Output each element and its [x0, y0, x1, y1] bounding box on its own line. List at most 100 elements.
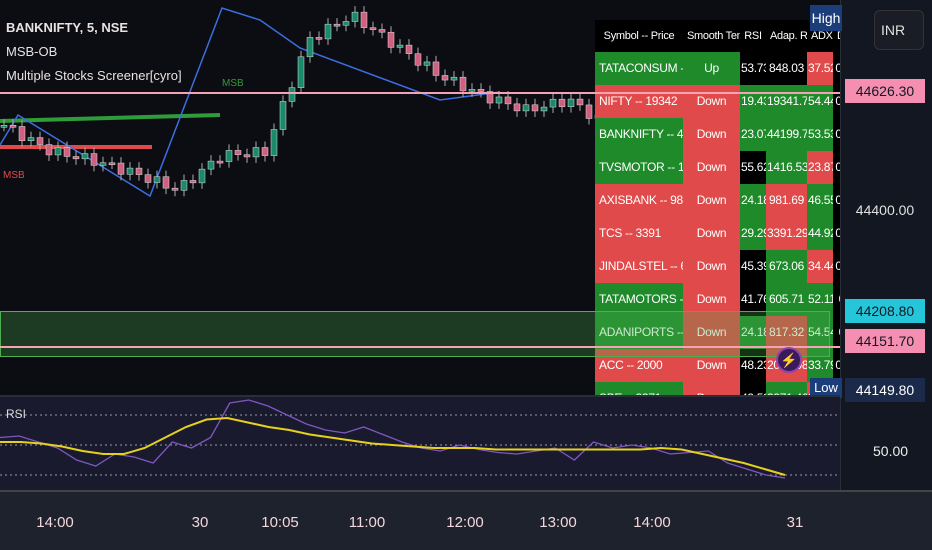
- candle: [216, 160, 224, 164]
- candle: [576, 98, 584, 106]
- indicator-msb-ob[interactable]: MSB-OB: [6, 44, 57, 59]
- candle: [126, 167, 134, 175]
- table-cell: 46.55: [807, 184, 833, 217]
- indicator-screener[interactable]: Multiple Stocks Screener[cyro]: [6, 68, 182, 83]
- table-cell: 37.52: [807, 52, 833, 85]
- candle: [297, 56, 305, 88]
- time-label: 31: [786, 514, 804, 531]
- order-block-zone: [0, 311, 830, 357]
- candle: [0, 125, 8, 128]
- currency-selector[interactable]: INR: [874, 10, 924, 50]
- table-cell: 1416.53: [766, 151, 807, 184]
- time-label: 14:00: [633, 514, 671, 531]
- candle: [441, 75, 449, 81]
- table-cell: 44199.7: [766, 118, 807, 151]
- rsi-chart: [0, 399, 840, 479]
- rsi-ma-line: [0, 416, 786, 476]
- table-cell: Down: [683, 151, 740, 184]
- rsi-pane[interactable]: RSI: [0, 395, 840, 490]
- candle: [252, 147, 260, 158]
- msb-label-red: MSB: [3, 170, 25, 181]
- candle: [90, 153, 98, 166]
- candle: [396, 44, 404, 48]
- price-axis[interactable]: High INR Low: [810, 0, 932, 490]
- table-row-symbol: NIFTY -- 19342: [595, 85, 683, 118]
- candle: [45, 144, 53, 156]
- candle: [279, 101, 287, 130]
- rsi-label: RSI: [6, 407, 27, 421]
- time-axis[interactable]: 14:00 30 10:05 11:00 12:00 13:00 14:00 31: [0, 490, 932, 550]
- time-label: 12:00: [446, 514, 484, 531]
- candle: [432, 61, 440, 76]
- candle: [288, 87, 296, 102]
- candle: [405, 44, 413, 54]
- candle: [378, 29, 386, 33]
- table-cell: Up: [683, 52, 740, 85]
- candle: [369, 27, 377, 30]
- candle: [63, 147, 71, 157]
- table-cell: 848.03: [766, 52, 807, 85]
- table-cell: 29.29: [740, 217, 766, 250]
- table-row-symbol: TCS -- 3391: [595, 217, 683, 250]
- zigzag-line: [0, 7, 501, 198]
- price-chart[interactable]: BANKNIFTY, 5, NSE MSB-OB Multiple Stocks…: [0, 0, 860, 415]
- candle: [333, 23, 341, 27]
- candle: [324, 23, 332, 40]
- candle: [387, 31, 395, 48]
- candle: [270, 129, 278, 156]
- time-label: 11:00: [348, 514, 386, 531]
- table-cell: Down: [683, 85, 740, 118]
- time-label: 30: [191, 514, 209, 531]
- table-cell: 45.39: [740, 250, 766, 283]
- candle: [144, 174, 152, 183]
- table-cell: Down: [683, 217, 740, 250]
- table-cell: Down: [683, 250, 740, 283]
- rsi-line: [0, 399, 786, 479]
- table-cell: 34.44: [807, 250, 833, 283]
- candle: [207, 160, 215, 170]
- time-label: 14:00: [36, 514, 74, 531]
- candle: [54, 147, 62, 156]
- candle: [171, 187, 179, 191]
- table-cell: Down: [683, 184, 740, 217]
- candle: [27, 137, 35, 141]
- candle: [423, 61, 431, 66]
- candle: [189, 180, 197, 184]
- table-cell: 55.62: [740, 151, 766, 184]
- candle: [351, 11, 359, 22]
- candle: [567, 98, 575, 107]
- candle: [180, 180, 188, 191]
- table-cell: Down: [683, 118, 740, 151]
- table-header: RSI: [740, 20, 766, 52]
- table-cell: 3391.29: [766, 217, 807, 250]
- table-row-symbol: TVSMOTOR -- 1418.8: [595, 151, 683, 184]
- table-cell: 673.06: [766, 250, 807, 283]
- candle: [234, 150, 242, 155]
- time-label: 13:00: [539, 514, 577, 531]
- candle: [360, 11, 368, 28]
- candle: [99, 162, 107, 166]
- candle: [504, 96, 512, 105]
- table-cell: 981.69: [766, 184, 807, 217]
- candle: [18, 126, 26, 141]
- candle: [522, 104, 530, 112]
- table-row-symbol: AXISBANK -- 981: [595, 184, 683, 217]
- table-header: Smooth Tema: [683, 20, 740, 52]
- table-row-symbol: JINDALSTEL -- 674.2: [595, 250, 683, 283]
- table-cell: 23.87: [807, 151, 833, 184]
- table-cell: 53.53: [807, 118, 833, 151]
- candle: [9, 125, 17, 128]
- price-label: 44400.00: [855, 202, 915, 218]
- symbol-title[interactable]: BANKNIFTY, 5, NSE: [6, 20, 128, 35]
- table-cell: 24.18: [740, 184, 766, 217]
- candle: [36, 137, 44, 145]
- price-line: [0, 92, 840, 94]
- lightning-icon[interactable]: ⚡: [776, 347, 802, 373]
- table-header: Adap. RSI: [766, 20, 807, 52]
- candle: [414, 53, 422, 66]
- candle: [162, 176, 170, 189]
- table-cell: 53.73: [740, 52, 766, 85]
- candle: [315, 37, 323, 40]
- candle: [558, 98, 566, 107]
- candle: [72, 156, 80, 160]
